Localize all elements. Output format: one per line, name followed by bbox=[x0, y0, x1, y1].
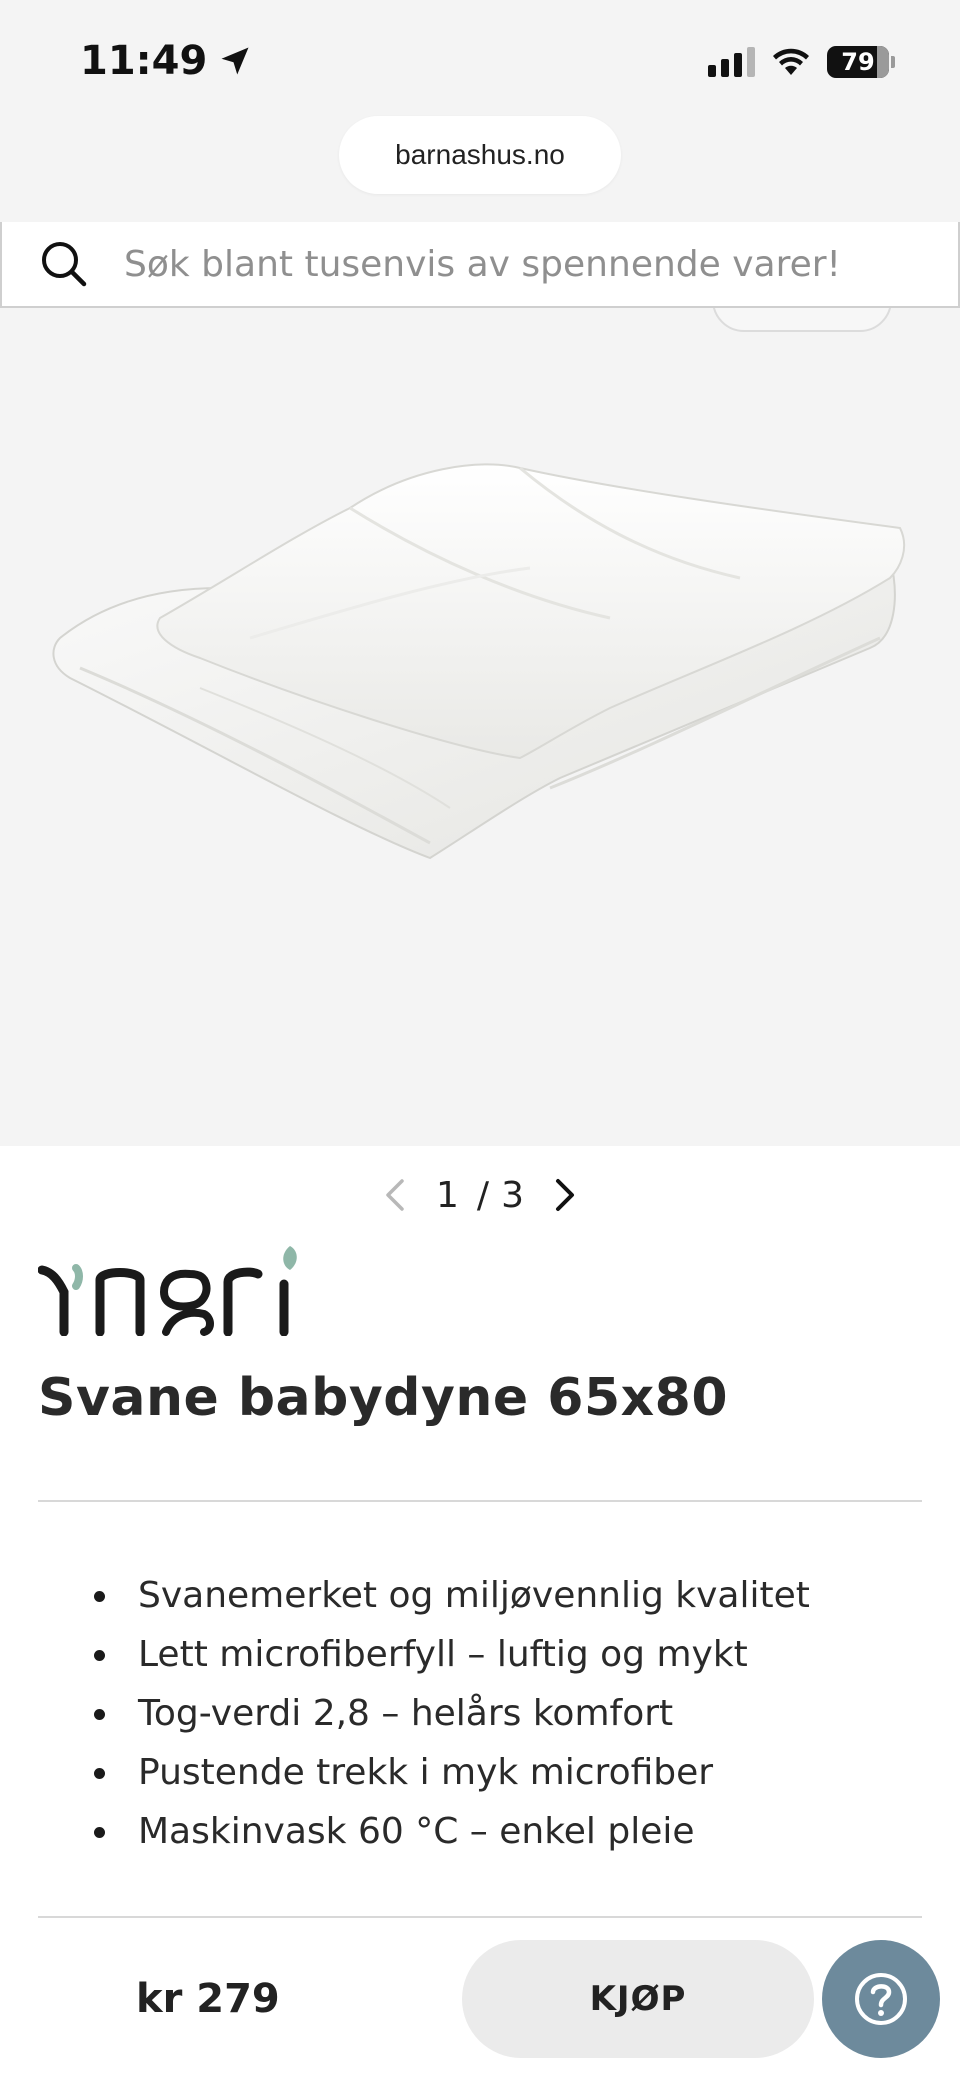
product-page: 11:49 79 barnashus.no Søk blant tusenvis… bbox=[0, 0, 960, 2078]
brand-logo[interactable] bbox=[38, 1240, 308, 1336]
status-icons: 79 bbox=[708, 46, 895, 78]
status-time: 11:49 bbox=[80, 38, 253, 84]
product-image-gallery[interactable] bbox=[0, 308, 960, 1146]
url-bar[interactable]: barnashus.no bbox=[339, 116, 621, 194]
search-bar[interactable]: Søk blant tusenvis av spennende varer! bbox=[0, 222, 960, 308]
price: kr 279 bbox=[136, 1976, 280, 2022]
browser-chrome: 11:49 79 barnashus.no bbox=[0, 0, 960, 225]
status-time-text: 11:49 bbox=[80, 38, 208, 84]
gallery-current: 1 bbox=[436, 1174, 459, 1216]
gallery-separator: / bbox=[476, 1174, 490, 1216]
product-title: Svane babydyne 65x80 bbox=[38, 1368, 729, 1428]
product-image-duvet bbox=[52, 463, 906, 860]
wifi-icon bbox=[773, 48, 809, 75]
gallery-total: 3 bbox=[501, 1174, 524, 1216]
help-button[interactable] bbox=[822, 1940, 940, 2058]
feature-list: Svanemerket og miljøvennlig kvalitet Let… bbox=[94, 1566, 810, 1861]
feature-item: Svanemerket og miljøvennlig kvalitet bbox=[94, 1566, 810, 1625]
feature-item: Maskinvask 60 °C – enkel pleie bbox=[94, 1802, 810, 1861]
search-input-placeholder[interactable]: Søk blant tusenvis av spennende varer! bbox=[124, 244, 841, 285]
question-mark-icon bbox=[855, 1973, 907, 2025]
chevron-right-icon[interactable] bbox=[550, 1175, 580, 1215]
feature-item: Tog-verdi 2,8 – helårs komfort bbox=[94, 1684, 810, 1743]
location-arrow-icon bbox=[221, 47, 249, 75]
feature-item: Pustende trekk i myk microfiber bbox=[94, 1743, 810, 1802]
battery-icon: 79 bbox=[827, 46, 895, 78]
gallery-pager: 1 / 3 bbox=[0, 1170, 960, 1220]
url-text: barnashus.no bbox=[395, 139, 565, 170]
battery-level: 79 bbox=[841, 48, 875, 76]
buy-button[interactable]: KJØP bbox=[462, 1940, 814, 2058]
chevron-left-icon[interactable] bbox=[380, 1175, 410, 1215]
signal-icon bbox=[708, 47, 755, 77]
purchase-bar: kr 279 KJØP bbox=[0, 1918, 960, 2078]
divider bbox=[38, 1500, 922, 1502]
partially-hidden-pill bbox=[712, 308, 892, 332]
search-icon bbox=[42, 242, 87, 287]
feature-item: Lett microfiberfyll – luftig og mykt bbox=[94, 1625, 810, 1684]
